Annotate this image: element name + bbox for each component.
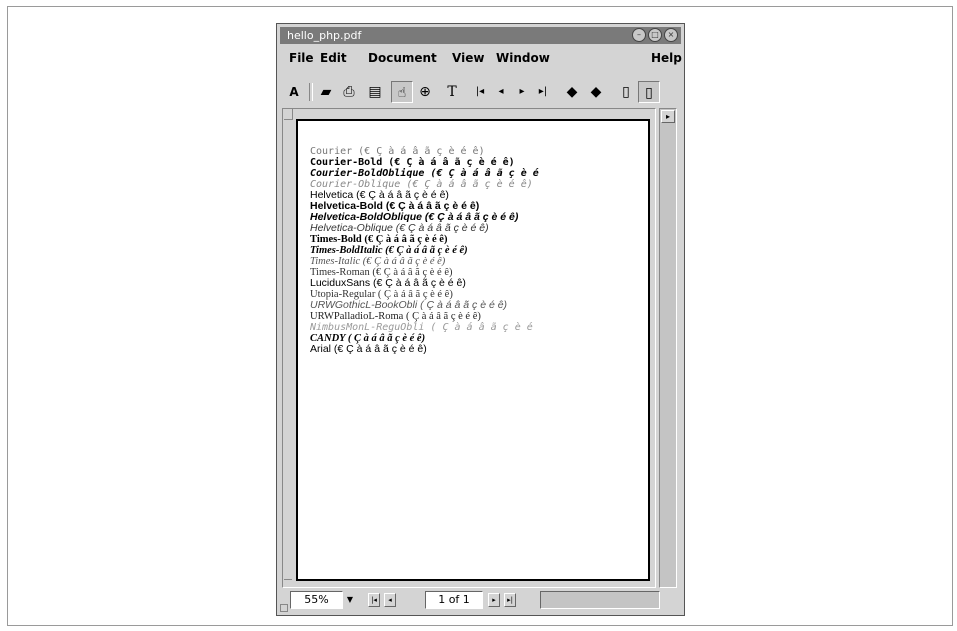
go-back-icon[interactable]: ◆ [561, 81, 583, 103]
open-icon[interactable]: ▰ [315, 81, 337, 103]
zoom-tool-icon[interactable]: ⊕ [414, 81, 436, 103]
toolbar-separator [309, 83, 313, 101]
zoom-input[interactable]: 55% [290, 591, 343, 609]
minimize-icon[interactable]: – [632, 28, 646, 42]
font-sample-line: Times-Italic (€ Ç à á â ã ç è é ê) [310, 256, 446, 267]
go-forward-icon[interactable]: ◆ [585, 81, 607, 103]
font-sample-list: Courier (€ Ç à á â ã ç è é ê) Courier-Bol… [310, 146, 539, 355]
next-page-nav-icon[interactable]: ▸ [488, 593, 500, 607]
hand-tool-icon[interactable]: ☝ [391, 81, 413, 103]
close-icon[interactable]: × [664, 28, 678, 42]
menu-file[interactable]: File [289, 51, 314, 65]
font-sample-line: Courier-Bold (€ Ç à á â ã ç è é ê) [310, 157, 515, 168]
print-icon[interactable]: ⎙ [338, 81, 360, 103]
font-sample-line: LuciduxSans (€ Ç à á â ã ç è é ê) [310, 277, 466, 289]
font-sample-line: Times-BoldItalic (€ Ç à á â ã ç è é ê) [310, 245, 468, 256]
menu-view[interactable]: View [452, 51, 484, 65]
pane-handle-bottom [284, 579, 292, 586]
font-sample-line: Courier-BoldOblique (€ Ç à á â ã ç è é [310, 168, 539, 179]
font-sample-line: URWPalladioL-Roma ( Ç à á â ã ç è é ê) [310, 311, 481, 322]
last-page-nav-icon[interactable]: ▸| [504, 593, 516, 607]
zoom-dropdown-icon[interactable]: ▼ [344, 591, 356, 609]
menu-window[interactable]: Window [496, 51, 550, 65]
prev-page-nav-icon[interactable]: ◂ [384, 593, 396, 607]
document-view[interactable]: Courier (€ Ç à á â ã ç è é ê) Courier-Bol… [282, 108, 656, 588]
menu-help[interactable]: Help [651, 51, 682, 65]
pdf-viewer-window: hello_php.pdf – □ × File Edit Document V… [276, 23, 685, 616]
next-page-icon[interactable]: ▸ [511, 81, 533, 103]
menu-document[interactable]: Document [368, 51, 437, 65]
fit-page-icon[interactable]: ▯ [638, 81, 660, 103]
text-select-icon[interactable]: T [441, 81, 463, 103]
window-title: hello_php.pdf [287, 29, 362, 42]
font-sample-line: Courier (€ Ç à á â ã ç è é ê) [310, 146, 485, 157]
prev-page-icon[interactable]: ◂ [490, 81, 512, 103]
resize-grip[interactable] [280, 604, 288, 612]
menu-edit[interactable]: Edit [320, 51, 347, 65]
scroll-right-arrow-icon[interactable]: ▸ [661, 110, 675, 123]
maximize-icon[interactable]: □ [648, 28, 662, 42]
first-page-icon[interactable]: |◂ [469, 81, 491, 103]
pane-handle[interactable] [284, 109, 293, 120]
page-number-field[interactable]: 1 of 1 [425, 591, 483, 609]
font-sample-line: Arial (€ Ç à á â ã ç è é ê) [310, 343, 427, 355]
font-sample-line: Times-Bold (€ Ç à á â ã ç è é ê) [310, 234, 448, 245]
pdf-page: Courier (€ Ç à á â ã ç è é ê) Courier-Bol… [296, 119, 650, 581]
menubar: File Edit Document View Window Help [280, 48, 682, 68]
actual-size-icon[interactable]: ▯ [615, 81, 637, 103]
status-bar: 55% ▼ |◂ ◂ 1 of 1 ▸ ▸| [280, 590, 681, 612]
font-sample-line: URWGothicL-BookObli ( Ç à á â ã ç è é ê) [310, 299, 508, 311]
first-page-nav-icon[interactable]: |◂ [368, 593, 380, 607]
titlebar[interactable]: hello_php.pdf – □ × [280, 27, 681, 44]
horizontal-scrollbar[interactable] [540, 591, 660, 609]
acrobat-logo-icon[interactable]: A [283, 81, 305, 103]
toolbar: A ▰ ⎙ ▤ ☝ ⊕ T |◂ ◂ ▸ ▸| ◆ ◆ ▯ ▯ [280, 80, 681, 104]
font-sample-line: Helvetica-Oblique (€ Ç à á â ã ç è é ê) [310, 222, 489, 234]
bookmarks-icon[interactable]: ▤ [364, 81, 386, 103]
last-page-icon[interactable]: ▸| [532, 81, 554, 103]
font-sample-line: NimbusMonL-ReguObli ( Ç à á â ã ç è é [310, 322, 533, 333]
vertical-scrollbar[interactable]: ▸ [659, 108, 677, 588]
